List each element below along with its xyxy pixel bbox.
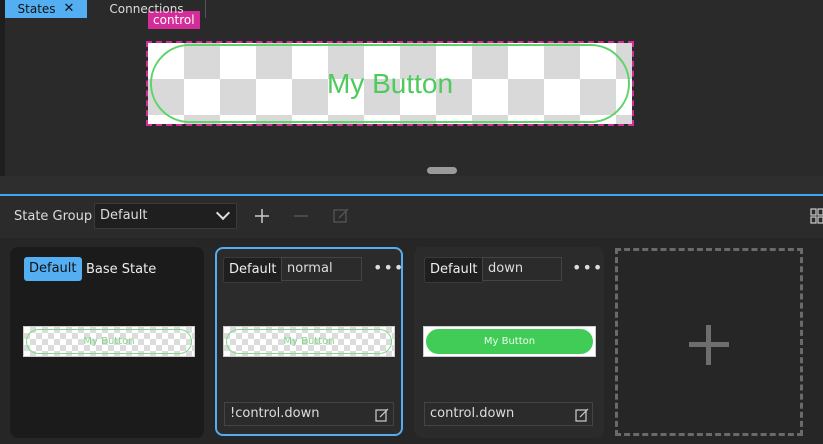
state-preview: My Button (423, 326, 596, 357)
tab-connections-label: Connections (109, 2, 184, 16)
panel-splitter-handle[interactable] (427, 167, 457, 174)
add-state-card[interactable] (615, 248, 803, 436)
state-name-input[interactable]: normal (281, 257, 362, 281)
canvas-button-label: My Button (326, 67, 454, 99)
add-state-group-icon[interactable] (252, 206, 272, 226)
state-condition-text: !control.down (230, 406, 320, 421)
state-preview: My Button (223, 326, 395, 357)
edit-state-group-icon[interactable] (331, 206, 351, 226)
preview-button-label: My Button (83, 336, 135, 347)
state-name: Base State (86, 262, 157, 277)
more-options-icon[interactable]: ••• (572, 258, 603, 277)
state-group-badge[interactable]: Default (24, 257, 82, 281)
state-preview: My Button (23, 326, 195, 357)
preview-button-label: My Button (483, 336, 536, 347)
state-condition-text: control.down (430, 406, 515, 421)
state-group-badge[interactable]: Default (424, 257, 484, 283)
state-name-input[interactable]: down (482, 257, 562, 281)
state-group-value: Default (100, 208, 148, 223)
plus-icon (689, 325, 729, 365)
state-group-label: State Group (14, 209, 93, 224)
chevron-down-icon (215, 205, 231, 221)
canvas-button-preview[interactable]: My Button (150, 44, 630, 123)
state-condition-field[interactable]: control.down (424, 402, 593, 426)
canvas-left-edge (0, 0, 5, 176)
preview-button: My Button (426, 329, 593, 354)
more-options-icon[interactable]: ••• (373, 258, 404, 277)
remove-state-group-icon[interactable] (291, 206, 311, 226)
tab-states-label: States (17, 2, 56, 16)
tab-connections[interactable]: Connections (88, 0, 206, 18)
preview-button: My Button (226, 329, 392, 354)
state-condition-field[interactable]: !control.down (224, 402, 394, 426)
edit-condition-icon[interactable] (375, 408, 389, 422)
state-group-select[interactable]: Default (94, 203, 237, 229)
tab-states[interactable]: States ✕ (5, 0, 87, 18)
panel-tab-bar (0, 176, 823, 196)
close-icon[interactable]: ✕ (64, 0, 75, 18)
grid-view-icon[interactable] (810, 208, 823, 224)
edit-condition-icon[interactable] (575, 408, 589, 422)
preview-button: My Button (26, 329, 192, 354)
state-group-badge[interactable]: Default (223, 257, 283, 283)
preview-button-label: My Button (283, 336, 335, 347)
